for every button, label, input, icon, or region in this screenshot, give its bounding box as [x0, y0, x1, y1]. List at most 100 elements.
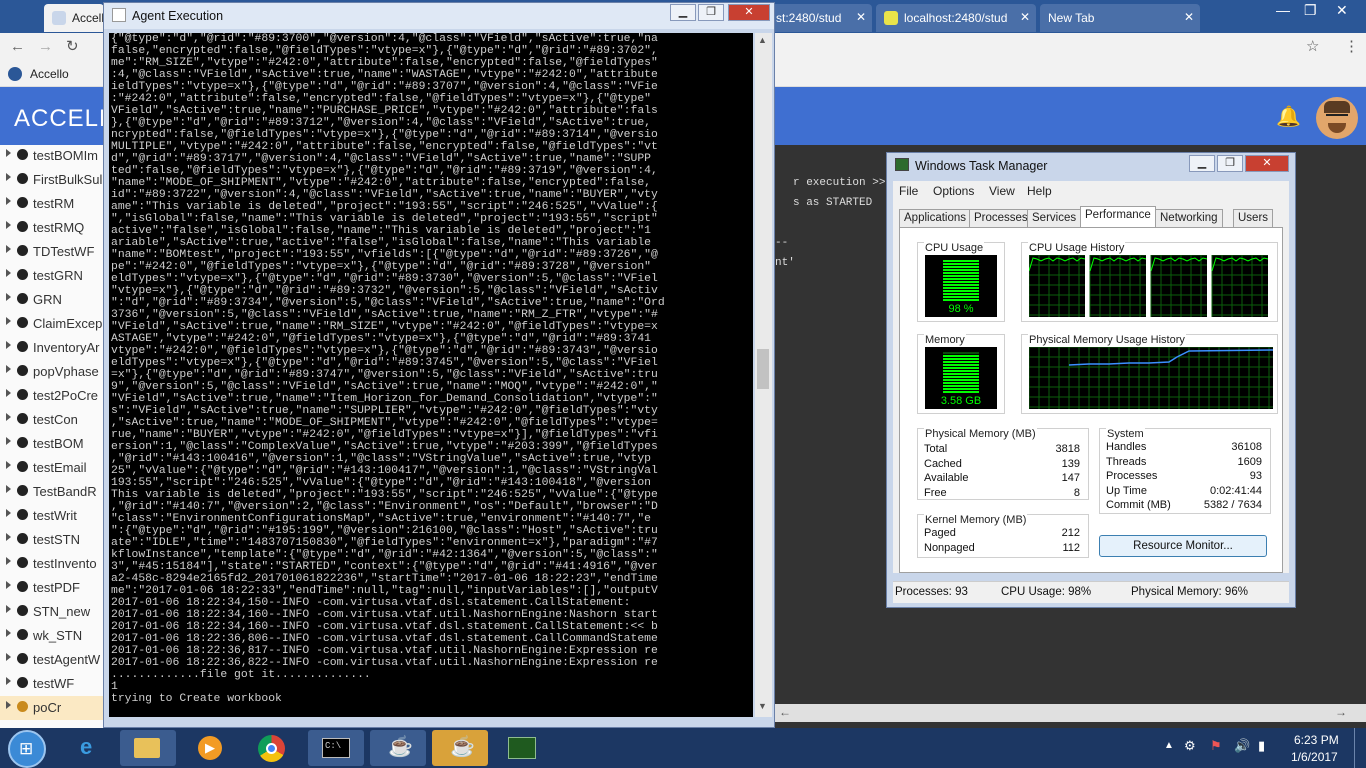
tm-title-bar[interactable]: Windows Task Manager ▁ ❐ ✕: [887, 153, 1295, 177]
start-button[interactable]: ⊞: [8, 730, 46, 768]
expand-arrow-icon[interactable]: [6, 389, 11, 397]
tab-users[interactable]: Users: [1233, 209, 1274, 228]
sidebar-item[interactable]: testSTN: [0, 528, 104, 552]
network-icon[interactable]: ▮: [1258, 738, 1265, 754]
sidebar-item[interactable]: testBOMIm: [0, 144, 104, 168]
tab-applications[interactable]: Applications: [899, 209, 972, 228]
taskbar-file-explorer[interactable]: [120, 730, 176, 766]
expand-arrow-icon[interactable]: [6, 245, 11, 253]
volume-icon[interactable]: 🔊: [1234, 738, 1250, 754]
minimize-icon[interactable]: —: [1276, 2, 1290, 18]
sidebar-item[interactable]: testRM: [0, 192, 104, 216]
expand-arrow-icon[interactable]: [6, 221, 11, 229]
expand-arrow-icon[interactable]: [6, 653, 11, 661]
expand-arrow-icon[interactable]: [6, 197, 11, 205]
close-icon[interactable]: ✕: [1336, 2, 1348, 19]
taskbar-time[interactable]: 6:23 PM: [1294, 733, 1339, 747]
browser-tab-3[interactable]: localhost:2480/stud ✕: [876, 4, 1036, 32]
tab-networking[interactable]: Networking: [1155, 209, 1223, 228]
menu-help[interactable]: Help: [1027, 184, 1052, 198]
browser-tab-2[interactable]: st:2480/stud ✕: [760, 4, 872, 32]
sidebar-item[interactable]: InventoryAr: [0, 336, 104, 360]
expand-arrow-icon[interactable]: [6, 437, 11, 445]
close-button[interactable]: ✕: [728, 4, 770, 21]
sidebar-item[interactable]: popVphase: [0, 360, 104, 384]
sidebar-item[interactable]: testInvento: [0, 552, 104, 576]
console-vertical-scrollbar[interactable]: ▲ ▼: [755, 33, 772, 717]
browser-tab-new[interactable]: New Tab ✕: [1040, 4, 1200, 32]
tab-services[interactable]: Services: [1027, 209, 1082, 228]
avatar[interactable]: [1316, 97, 1358, 139]
taskbar-internet-explorer[interactable]: e: [64, 730, 120, 766]
sidebar-item[interactable]: testGRN: [0, 264, 104, 288]
expand-arrow-icon[interactable]: [6, 293, 11, 301]
taskbar-java-2[interactable]: ☕: [432, 730, 488, 766]
horizontal-scrollbar[interactable]: ← →: [775, 704, 1366, 722]
bookmark-star-icon[interactable]: ☆: [1306, 37, 1319, 55]
bookmark-accello[interactable]: Accello: [30, 67, 69, 81]
expand-arrow-icon[interactable]: [6, 317, 11, 325]
expand-arrow-icon[interactable]: [6, 605, 11, 613]
sidebar-item[interactable]: wk_STN: [0, 624, 104, 648]
scroll-up-icon[interactable]: ▲: [758, 35, 767, 45]
menu-icon[interactable]: ⋮: [1344, 37, 1359, 55]
sidebar-item[interactable]: testRMQ: [0, 216, 104, 240]
expand-arrow-icon[interactable]: [6, 341, 11, 349]
reload-icon[interactable]: ↻: [66, 37, 79, 55]
taskbar-media-player[interactable]: ▶: [182, 730, 238, 766]
expand-arrow-icon[interactable]: [6, 485, 11, 493]
tab-performance[interactable]: Performance: [1080, 206, 1156, 229]
sidebar-item[interactable]: testBOM: [0, 432, 104, 456]
sidebar-item[interactable]: TestBandR: [0, 480, 104, 504]
expand-arrow-icon[interactable]: [6, 173, 11, 181]
taskbar-command-prompt[interactable]: C:\: [308, 730, 364, 766]
minimize-button[interactable]: ▁: [1189, 155, 1215, 172]
sidebar-item[interactable]: TDTestWF: [0, 240, 104, 264]
maximize-button[interactable]: ❐: [1217, 155, 1243, 172]
forward-icon[interactable]: →: [38, 38, 53, 55]
tray-flag-icon[interactable]: ⚑: [1210, 738, 1222, 754]
expand-arrow-icon[interactable]: [6, 581, 11, 589]
sidebar-item[interactable]: testWrit: [0, 504, 104, 528]
close-button[interactable]: ✕: [1245, 155, 1289, 172]
tray-expand-icon[interactable]: ▲: [1164, 740, 1174, 751]
sidebar-item[interactable]: poCr: [0, 696, 104, 720]
tab-processes[interactable]: Processes: [969, 209, 1033, 228]
expand-arrow-icon[interactable]: [6, 413, 11, 421]
menu-view[interactable]: View: [989, 184, 1015, 198]
scroll-left-icon[interactable]: ←: [779, 705, 791, 719]
expand-arrow-icon[interactable]: [6, 509, 11, 517]
expand-arrow-icon[interactable]: [6, 677, 11, 685]
taskbar-chrome[interactable]: [244, 730, 300, 766]
close-icon[interactable]: ✕: [856, 10, 866, 24]
sidebar-item[interactable]: STN_new: [0, 600, 104, 624]
back-icon[interactable]: ←: [10, 38, 25, 55]
sidebar-item[interactable]: ClaimExcep: [0, 312, 104, 336]
expand-arrow-icon[interactable]: [6, 629, 11, 637]
tray-device-icon[interactable]: ⚙: [1184, 738, 1196, 754]
sidebar-item[interactable]: testCon: [0, 408, 104, 432]
menu-options[interactable]: Options: [933, 184, 974, 198]
task-manager-window[interactable]: Windows Task Manager ▁ ❐ ✕ File Options …: [886, 152, 1296, 608]
maximize-button[interactable]: ❐: [698, 4, 724, 21]
maximize-icon[interactable]: ❐: [1304, 2, 1317, 19]
console-title-bar[interactable]: Agent Execution ▁ ❐ ✕: [104, 3, 774, 29]
close-icon[interactable]: ✕: [1020, 10, 1030, 24]
expand-arrow-icon[interactable]: [6, 557, 11, 565]
menu-file[interactable]: File: [899, 184, 918, 198]
taskbar-java-1[interactable]: ☕: [370, 730, 426, 766]
scrollbar-thumb[interactable]: [757, 349, 769, 389]
expand-arrow-icon[interactable]: [6, 149, 11, 157]
expand-arrow-icon[interactable]: [6, 461, 11, 469]
taskbar-date[interactable]: 1/6/2017: [1291, 750, 1338, 764]
scroll-right-icon[interactable]: →: [1335, 705, 1347, 719]
resource-monitor-button[interactable]: Resource Monitor...: [1099, 535, 1267, 557]
sidebar-item[interactable]: testWF: [0, 672, 104, 696]
browser-tab-accello[interactable]: Accello: [44, 4, 104, 32]
notification-bell-icon[interactable]: 🔔: [1276, 104, 1301, 129]
sidebar-item[interactable]: testEmail: [0, 456, 104, 480]
expand-arrow-icon[interactable]: [6, 533, 11, 541]
sidebar-item[interactable]: FirstBulkSul: [0, 168, 104, 192]
expand-arrow-icon[interactable]: [6, 269, 11, 277]
expand-arrow-icon[interactable]: [6, 365, 11, 373]
